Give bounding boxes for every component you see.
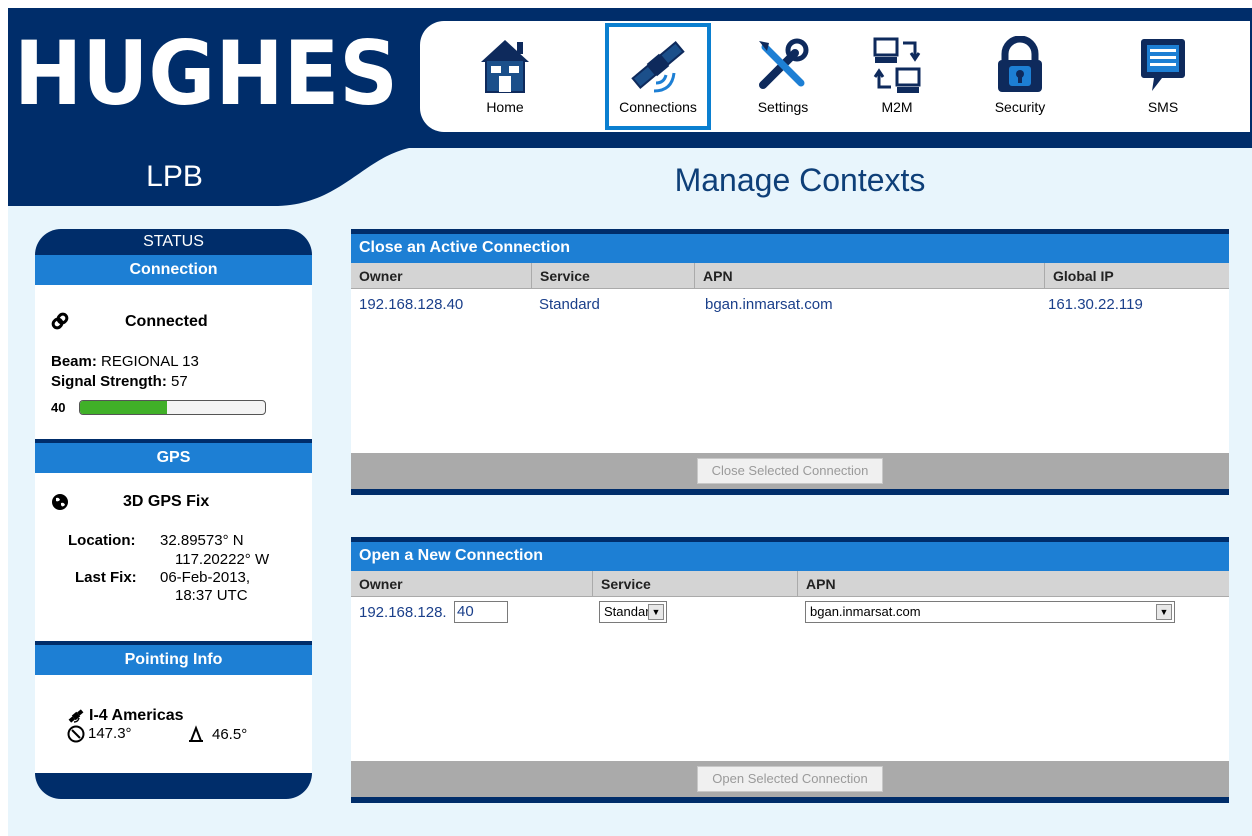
row-service: Standard xyxy=(539,296,600,313)
status-sidebar: STATUS Connection Connected Beam: REGION… xyxy=(35,229,312,799)
page: HUGHES LPB Home Connections Settings M2M… xyxy=(8,8,1252,836)
azimuth-icon xyxy=(67,725,85,747)
signal-label: Signal Strength: xyxy=(51,373,167,390)
col-service: Service xyxy=(592,571,797,597)
close-table-header: Owner Service APN Global IP xyxy=(351,263,1229,289)
open-connection-panel: Open a New Connection Owner Service APN … xyxy=(351,537,1229,803)
apn-select[interactable]: bgan.inmarsat.com ▼ xyxy=(805,601,1175,623)
computers-exchange-icon xyxy=(865,33,929,97)
col-apn: APN xyxy=(797,571,1229,597)
main-nav: Home Connections Settings M2M Security S… xyxy=(420,21,1250,132)
nav-settings[interactable]: Settings xyxy=(738,21,828,132)
signal-strength-bar xyxy=(79,400,266,415)
azimuth-value: 147.3° xyxy=(88,725,132,742)
house-icon xyxy=(473,33,537,97)
open-panel-footer: Open Selected Connection xyxy=(351,761,1229,797)
location-label: Location: xyxy=(68,532,136,549)
row-owner: 192.168.128.40 xyxy=(359,296,464,313)
link-icon xyxy=(51,312,69,334)
elevation-icon xyxy=(187,725,205,747)
nav-m2m-label: M2M xyxy=(881,99,913,115)
open-panel-title: Open a New Connection xyxy=(351,537,1229,571)
pointing-section-heading: Pointing Info xyxy=(35,641,312,675)
col-owner: Owner xyxy=(359,576,403,592)
owner-suffix-input[interactable]: 40 xyxy=(454,601,508,623)
chevron-down-icon[interactable]: ▼ xyxy=(648,604,664,620)
row-global-ip: 161.30.22.119 xyxy=(1048,296,1143,313)
open-table-header: Owner Service APN xyxy=(351,571,1229,597)
last-fix-date: 06-Feb-2013, xyxy=(160,569,251,586)
new-connection-row: 192.168.128. 40 Standard ▼ bgan.inmarsat… xyxy=(351,597,1229,627)
model-name: LPB xyxy=(146,160,203,193)
gps-latitude: 32.89573° N xyxy=(160,532,244,549)
last-fix-label: Last Fix: xyxy=(75,569,137,586)
nav-sms[interactable]: SMS xyxy=(1118,21,1208,132)
owner-prefix: 192.168.128. xyxy=(359,604,447,621)
pointing-satellite: I-4 Americas xyxy=(89,707,184,724)
gps-status: 3D GPS Fix xyxy=(123,493,210,510)
connection-status: Connected xyxy=(125,313,208,330)
service-select[interactable]: Standard ▼ xyxy=(599,601,667,623)
signal-value: 57 xyxy=(171,373,188,390)
nav-connections-label: Connections xyxy=(619,99,697,115)
nav-home-label: Home xyxy=(486,99,524,115)
col-global-ip: Global IP xyxy=(1044,263,1229,289)
satellite-icon xyxy=(626,33,690,97)
col-service: Service xyxy=(531,263,694,289)
col-apn: APN xyxy=(694,263,1044,289)
apn-select-value: bgan.inmarsat.com xyxy=(810,604,921,619)
row-apn: bgan.inmarsat.com xyxy=(705,296,833,313)
close-panel-footer: Close Selected Connection xyxy=(351,453,1229,489)
nav-security[interactable]: Security xyxy=(972,21,1068,132)
close-panel-title: Close an Active Connection xyxy=(351,229,1229,263)
open-selected-connection-button[interactable]: Open Selected Connection xyxy=(697,766,883,792)
beam-label: Beam: xyxy=(51,353,97,370)
close-selected-connection-button[interactable]: Close Selected Connection xyxy=(696,458,884,484)
chevron-down-icon[interactable]: ▼ xyxy=(1156,604,1172,620)
svg-text:HUGHES: HUGHES xyxy=(14,34,398,114)
beam-value: REGIONAL 13 xyxy=(101,353,199,370)
nav-security-label: Security xyxy=(994,99,1046,115)
gps-longitude: 117.20222° W xyxy=(175,551,270,568)
globe-icon xyxy=(51,493,69,515)
nav-m2m[interactable]: M2M xyxy=(852,21,942,132)
sidebar-footer xyxy=(35,773,312,799)
page-title: Manage Contexts xyxy=(674,162,926,198)
gps-section-heading: GPS xyxy=(35,439,312,473)
chat-bubble-icon xyxy=(1131,33,1195,97)
table-row[interactable]: 192.168.128.40 Standard bgan.inmarsat.co… xyxy=(351,289,1229,319)
connection-section-heading: Connection xyxy=(35,255,312,285)
tools-icon xyxy=(751,33,815,97)
signal-threshold: 40 xyxy=(51,400,66,415)
last-fix-time: 18:37 UTC xyxy=(175,587,248,604)
close-connection-panel: Close an Active Connection Owner Service… xyxy=(351,229,1229,495)
signal-strength-fill xyxy=(80,401,167,414)
elevation-value: 46.5° xyxy=(212,726,248,743)
col-owner: Owner xyxy=(359,268,403,284)
nav-settings-label: Settings xyxy=(757,99,809,115)
status-title: STATUS xyxy=(35,229,312,255)
nav-sms-label: SMS xyxy=(1147,99,1179,115)
hughes-logo: HUGHES xyxy=(14,34,398,114)
padlock-icon xyxy=(988,33,1052,97)
nav-connections[interactable]: Connections xyxy=(605,23,711,130)
nav-home[interactable]: Home xyxy=(460,21,550,132)
